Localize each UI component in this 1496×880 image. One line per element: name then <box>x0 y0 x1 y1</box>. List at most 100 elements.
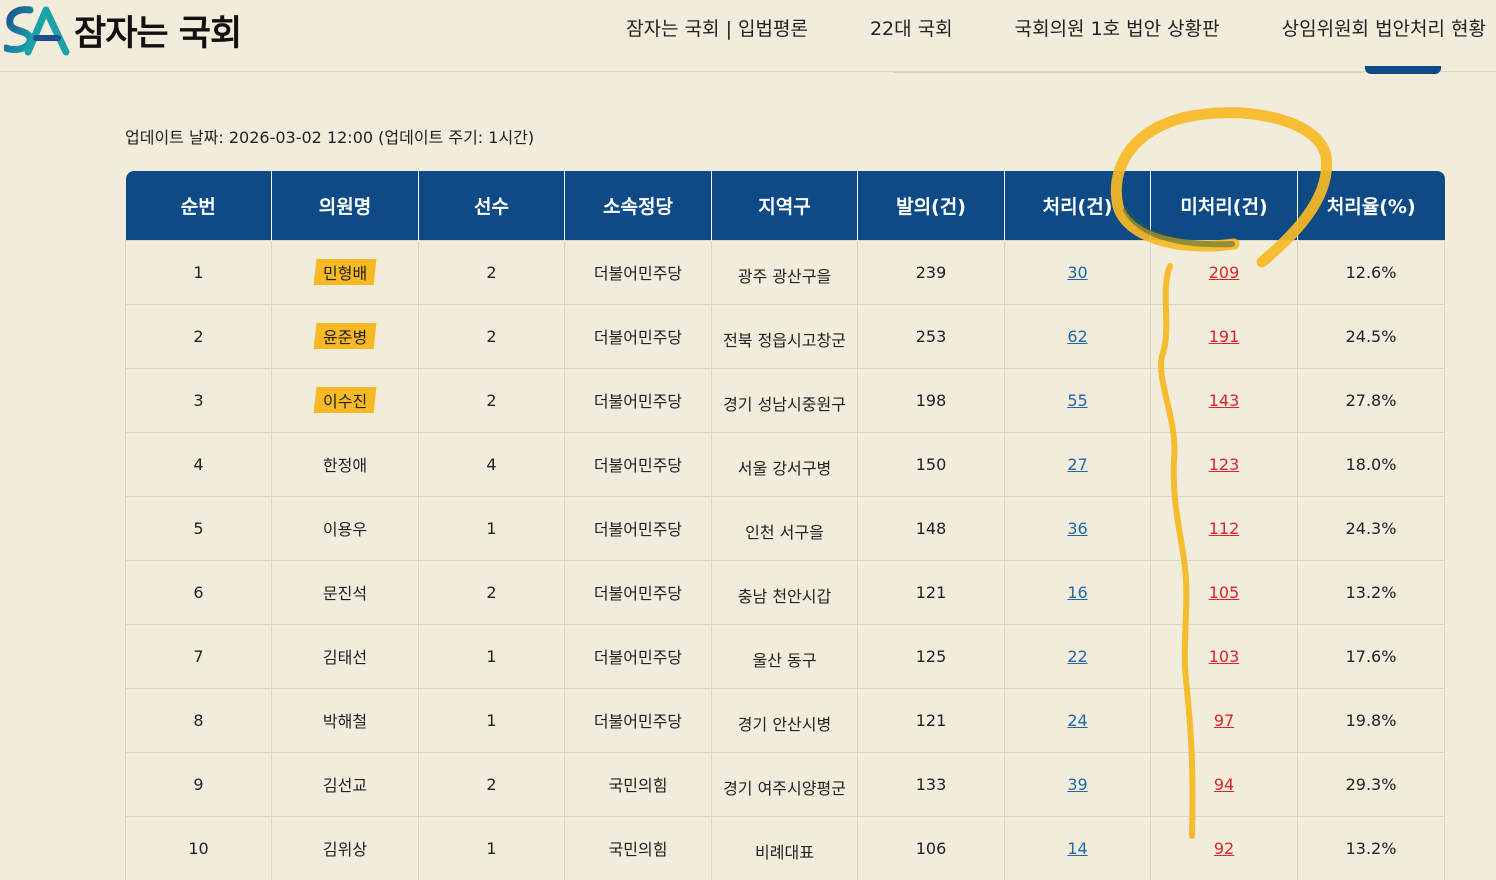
process-rate-text: 19.8% <box>1345 710 1397 730</box>
terms-cell: 2 <box>418 367 565 433</box>
process-rate-cell: 29.3% <box>1297 751 1445 817</box>
proposed-count-text: 148 <box>915 518 947 538</box>
pending-count-link[interactable]: 105 <box>1209 583 1240 602</box>
party-text: 더불어민주당 <box>593 520 683 539</box>
nav-item-committee-status[interactable]: 상임위원회 법안처리 현황 <box>1282 14 1486 41</box>
proposed-count-cell: 121 <box>857 559 1005 625</box>
row-number-text: 6 <box>193 582 204 602</box>
region-text: 비례대표 <box>755 843 814 862</box>
pending-count-link[interactable]: 191 <box>1209 327 1240 346</box>
table-row: 9 김선교 2 국민의힘 경기 여주시양평군 133 39 94 29.3% <box>125 751 1445 817</box>
legislator-name-text: 문진석 <box>322 584 368 603</box>
page: 잠자는 국회 잠자는 국회 | 입법평론 22대 국회 국회의원 1호 법안 상… <box>0 0 1496 880</box>
pending-count-cell: 209 <box>1150 239 1298 305</box>
processed-count-link[interactable]: 16 <box>1067 583 1087 602</box>
pending-count-link[interactable]: 112 <box>1209 519 1240 538</box>
header-col-region[interactable]: 지역구 <box>711 171 858 240</box>
terms-text: 2 <box>486 582 497 602</box>
legislator-name-cell: 민형배 <box>271 239 419 305</box>
process-rate-text: 12.6% <box>1345 262 1397 282</box>
processed-count-link[interactable]: 27 <box>1067 455 1087 474</box>
row-number-cell: 6 <box>125 559 272 625</box>
legislator-name-text: 김선교 <box>322 776 368 795</box>
processed-count-cell: 24 <box>1004 687 1151 753</box>
legislator-name-cell: 이수진 <box>271 367 419 433</box>
proposed-count-cell: 121 <box>857 687 1005 753</box>
processed-count-link[interactable]: 36 <box>1067 519 1087 538</box>
pending-count-link[interactable]: 123 <box>1209 455 1240 474</box>
party-cell: 더불어민주당 <box>564 559 712 625</box>
region-cell: 전북 정읍시고창군 <box>711 303 858 369</box>
processed-count-link[interactable]: 22 <box>1067 647 1087 666</box>
pending-count-cell: 123 <box>1150 431 1298 497</box>
party-text: 국민의힘 <box>608 776 668 795</box>
terms-cell: 2 <box>418 559 565 625</box>
region-cell: 울산 동구 <box>711 623 858 689</box>
header-col-terms[interactable]: 선수 <box>418 171 565 240</box>
processed-count-cell: 14 <box>1004 815 1151 880</box>
search-button-edge[interactable] <box>1365 66 1441 74</box>
header-col-name[interactable]: 의원명 <box>271 171 419 240</box>
header-col-processed[interactable]: 처리(건) <box>1004 171 1151 240</box>
header-col-party[interactable]: 소속정당 <box>564 171 712 240</box>
processed-count-link[interactable]: 39 <box>1067 775 1087 794</box>
terms-cell: 1 <box>418 815 565 880</box>
header-col-pending[interactable]: 미처리(건) <box>1150 171 1298 240</box>
name-highlight: 이수진 <box>313 387 377 413</box>
pending-count-link[interactable]: 97 <box>1214 711 1234 730</box>
update-info: 업데이트 날짜: 2026-03-02 12:00 (업데이트 주기: 1시간) <box>125 128 535 147</box>
legislator-name-text: 윤준병 <box>322 328 368 347</box>
table-row: 5 이용우 1 더불어민주당 인천 서구을 148 36 112 24.3% <box>125 495 1445 561</box>
processed-count-cell: 16 <box>1004 559 1151 625</box>
pending-count-cell: 105 <box>1150 559 1298 625</box>
legislator-name-text: 민형배 <box>322 264 368 283</box>
processed-count-link[interactable]: 55 <box>1067 391 1087 410</box>
table-row: 8 박해철 1 더불어민주당 경기 안산시병 121 24 97 19.8% <box>125 687 1445 753</box>
logo-sa-icon <box>4 6 70 56</box>
region-text: 서울 강서구병 <box>737 459 832 478</box>
proposed-count-text: 133 <box>915 774 947 794</box>
proposed-count-cell: 150 <box>857 431 1005 497</box>
header-col-proposed[interactable]: 발의(건) <box>857 171 1005 240</box>
header-col-no[interactable]: 순번 <box>125 171 272 240</box>
row-number-cell: 3 <box>125 367 272 433</box>
legislator-name-cell: 한정애 <box>271 431 419 497</box>
row-number-cell: 5 <box>125 495 272 561</box>
table-row: 1 민형배 2 더불어민주당 광주 광산구을 239 30 209 12.6% <box>125 239 1445 305</box>
nav-item-legislative-review[interactable]: 잠자는 국회 | 입법평론 <box>626 14 808 41</box>
proposed-count-text: 121 <box>915 710 947 730</box>
party-cell: 더불어민주당 <box>564 623 712 689</box>
processed-count-link[interactable]: 30 <box>1067 263 1087 282</box>
nav-item-first-bill-board[interactable]: 국회의원 1호 법안 상황판 <box>1015 14 1220 41</box>
terms-cell: 1 <box>418 623 565 689</box>
site-header: 잠자는 국회 잠자는 국회 | 입법평론 22대 국회 국회의원 1호 법안 상… <box>0 0 1496 72</box>
site-logo[interactable]: 잠자는 국회 <box>4 4 242 56</box>
process-rate-text: 24.5% <box>1345 326 1397 346</box>
header-col-rate[interactable]: 처리율(%) <box>1297 171 1445 240</box>
process-rate-text: 18.0% <box>1345 454 1397 474</box>
row-number-text: 2 <box>193 326 204 346</box>
row-number-text: 7 <box>193 646 204 666</box>
processed-count-link[interactable]: 62 <box>1067 327 1087 346</box>
pending-count-link[interactable]: 103 <box>1209 647 1240 666</box>
processed-count-link[interactable]: 14 <box>1067 839 1087 858</box>
party-text: 더불어민주당 <box>593 328 683 347</box>
region-text: 인천 서구을 <box>745 523 824 542</box>
pending-count-link[interactable]: 209 <box>1209 263 1240 282</box>
legislator-table: 순번 의원명 선수 소속정당 지역구 발의(건) 처리(건) 미처리(건) 처리율(%) 1 민형… <box>125 171 1445 880</box>
proposed-count-cell: 148 <box>857 495 1005 561</box>
party-text: 더불어민주당 <box>593 648 683 667</box>
party-text: 더불어민주당 <box>593 392 683 411</box>
search-input-edge[interactable] <box>893 70 1363 73</box>
pending-count-link[interactable]: 143 <box>1209 391 1240 410</box>
processed-count-link[interactable]: 24 <box>1067 711 1087 730</box>
pending-count-link[interactable]: 92 <box>1214 839 1234 858</box>
proposed-count-text: 121 <box>915 582 947 602</box>
nav-item-22nd-assembly[interactable]: 22대 국회 <box>870 14 953 41</box>
row-number-cell: 10 <box>125 815 272 880</box>
terms-text: 2 <box>486 774 497 794</box>
pending-count-link[interactable]: 94 <box>1214 775 1234 794</box>
row-number-cell: 4 <box>125 431 272 497</box>
party-cell: 더불어민주당 <box>564 303 712 369</box>
terms-text: 2 <box>486 262 497 282</box>
